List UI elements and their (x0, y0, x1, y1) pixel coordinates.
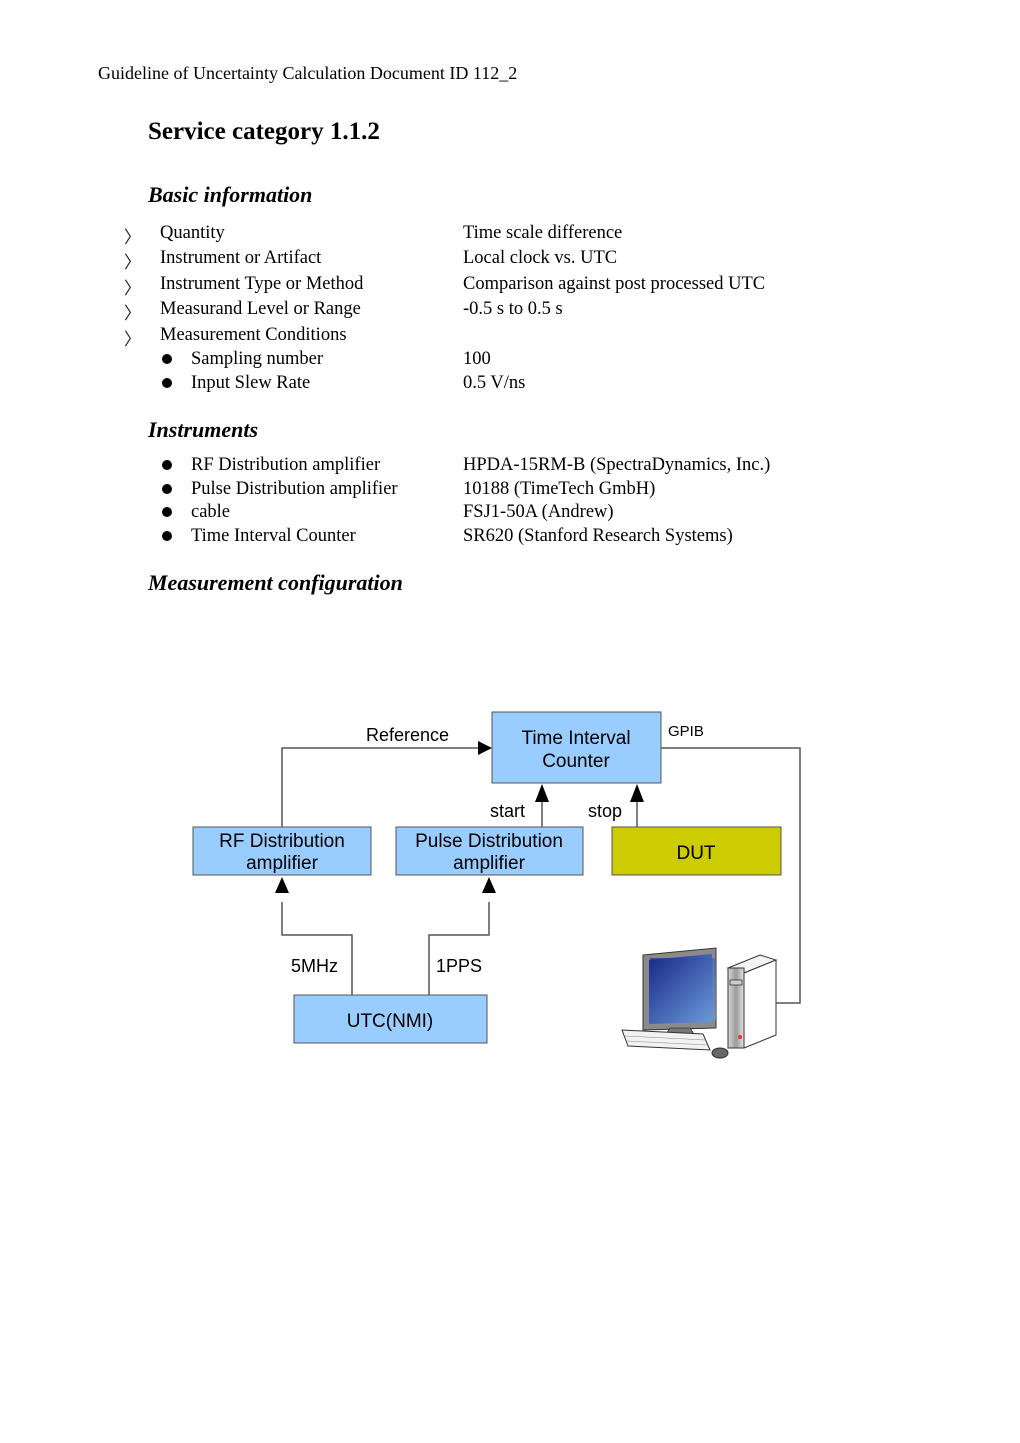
node-label: amplifier (453, 853, 525, 874)
bullet-icon (162, 378, 172, 388)
node-label: DUT (676, 843, 715, 864)
arrow-icon (478, 741, 492, 755)
chevron-icon: 〉 (124, 330, 141, 349)
arrow-icon (482, 877, 496, 893)
section-heading-measurement-configuration: Measurement configuration (148, 570, 403, 595)
5mhz-line (281, 902, 353, 995)
item-label: Instrument or Artifact (160, 248, 322, 268)
edge-labels: Reference GPIB start stop 5MHz 1PPS (291, 723, 704, 976)
node-pulse-distribution-amplifier: Pulse Distribution amplifier (395, 826, 584, 876)
bullet-icon (162, 531, 172, 541)
node-label: RF Distribution (219, 831, 345, 852)
item-value: 10188 (TimeTech GmbH) (463, 479, 656, 499)
measurement-configuration-diagram: Time Interval Counter RF Distribution am… (192, 711, 801, 1059)
arrow-icon (535, 784, 549, 802)
node-label: Counter (542, 751, 610, 772)
item-label: cable (191, 502, 231, 522)
chevron-icon: 〉 (124, 228, 141, 247)
node-label: UTC(NMI) (347, 1011, 434, 1032)
item-label: Sampling number (191, 349, 324, 369)
connector-lines (281, 747, 801, 1004)
reference-label: Reference (366, 725, 449, 745)
arrowheads (275, 741, 644, 893)
5mhz-label: 5MHz (291, 956, 338, 976)
section-heading-basic-information: Basic information (148, 182, 313, 207)
node-rf-distribution-amplifier: RF Distribution amplifier (192, 826, 372, 876)
item-label: Instrument Type or Method (160, 274, 364, 294)
item-label: Quantity (160, 223, 225, 243)
item-value: -0.5 s to 0.5 s (463, 299, 563, 319)
computer-icon (621, 947, 778, 1059)
node-dut: DUT (611, 826, 782, 876)
item-label: Input Slew Rate (191, 373, 311, 393)
gpib-label: GPIB (668, 723, 704, 740)
item-label: Measurand Level or Range (160, 299, 361, 319)
item-value: Local clock vs. UTC (463, 248, 618, 268)
item-value: Time scale difference (463, 223, 623, 243)
node-utc-nmi: UTC(NMI) (293, 994, 488, 1044)
item-value: HPDA-15RM-B (SpectraDynamics, Inc.) (463, 455, 771, 475)
stop-label: stop (588, 801, 622, 821)
bullet-icon (162, 460, 172, 470)
bullet-icon (162, 354, 172, 364)
reference-line (281, 747, 478, 827)
bullet-icon (162, 507, 172, 517)
start-label: start (490, 801, 525, 821)
item-value: SR620 (Stanford Research Systems) (463, 526, 733, 546)
node-label: amplifier (246, 853, 318, 874)
node-label: Pulse Distribution (415, 831, 563, 852)
item-label: Measurement Conditions (160, 325, 347, 345)
item-value: 0.5 V/ns (463, 373, 526, 393)
page-title: Service category 1.1.2 (148, 118, 380, 145)
node-label: Time Interval (521, 728, 630, 749)
item-label: RF Distribution amplifier (191, 455, 381, 475)
item-value: 100 (463, 349, 491, 369)
gpib-line (661, 747, 801, 1004)
node-time-interval-counter: Time Interval Counter (491, 711, 662, 784)
section-heading-instruments: Instruments (148, 417, 259, 442)
item-value: FSJ1-50A (Andrew) (463, 502, 614, 522)
item-label: Time Interval Counter (191, 526, 356, 546)
chevron-icon: 〉 (124, 279, 141, 298)
bullet-icon (162, 484, 172, 494)
chevron-icon: 〉 (124, 253, 141, 272)
1pps-label: 1PPS (436, 956, 482, 976)
item-value: Comparison against post processed UTC (463, 274, 766, 294)
item-label: Pulse Distribution amplifier (191, 479, 398, 499)
document-header: Guideline of Uncertainty Calculation Doc… (98, 63, 518, 83)
arrow-icon (275, 877, 289, 893)
1pps-line (428, 902, 490, 995)
chevron-icon: 〉 (124, 304, 141, 323)
arrow-icon (630, 784, 644, 802)
